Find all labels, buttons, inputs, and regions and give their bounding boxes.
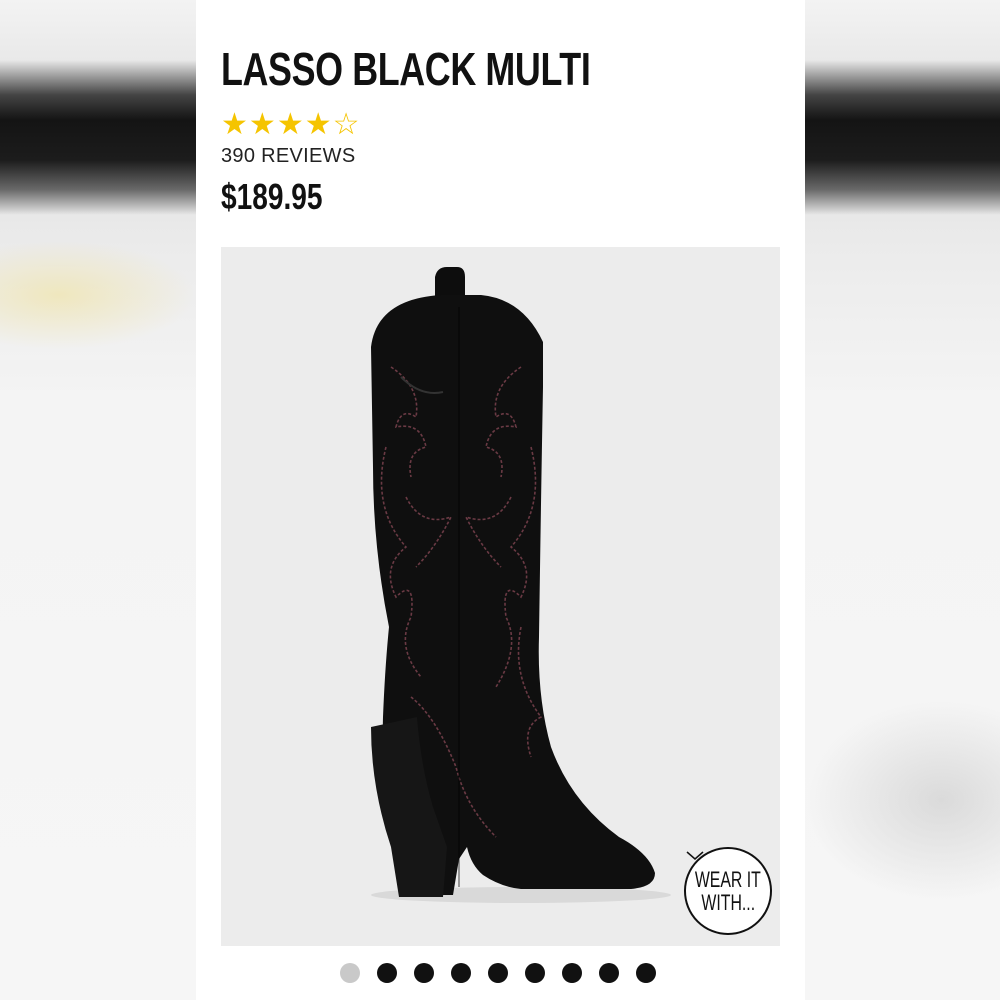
star-filled-icon: ★ [304, 107, 332, 142]
gallery-dot-2[interactable] [377, 963, 397, 983]
product-panel: LASSO BLACK MULTI ★ ★ ★ ★ ☆ 390 REVIEWS … [196, 0, 805, 1000]
product-image[interactable]: WEAR IT WITH... [221, 247, 780, 946]
gallery-dot-7[interactable] [562, 963, 582, 983]
rating-stars[interactable]: ★ ★ ★ ★ ☆ [221, 108, 360, 142]
blurred-backdrop-left [0, 0, 196, 1000]
product-price: $189.95 [221, 176, 323, 217]
wear-it-with-line2: WITH... [701, 890, 755, 915]
gallery-pagination [340, 963, 656, 983]
gallery-dot-8[interactable] [599, 963, 619, 983]
gallery-dot-1[interactable] [340, 963, 360, 983]
product-title: LASSO BLACK MULTI [221, 43, 591, 95]
blurred-backdrop-right [805, 0, 1000, 1000]
star-empty-icon: ☆ [332, 107, 360, 142]
boot-illustration [371, 267, 671, 903]
wear-it-with-line1: WEAR IT [695, 867, 762, 892]
reviews-link[interactable]: 390 REVIEWS [221, 145, 355, 168]
wear-it-with-button[interactable]: WEAR IT WITH... [684, 847, 772, 935]
star-filled-icon: ★ [248, 107, 276, 142]
star-filled-icon: ★ [221, 107, 248, 142]
gallery-dot-3[interactable] [414, 963, 434, 983]
gallery-dot-4[interactable] [451, 963, 471, 983]
gallery-dot-9[interactable] [636, 963, 656, 983]
star-filled-icon: ★ [276, 107, 304, 142]
gallery-dot-6[interactable] [525, 963, 545, 983]
chevron-down-icon [686, 851, 704, 860]
gallery-dot-5[interactable] [488, 963, 508, 983]
